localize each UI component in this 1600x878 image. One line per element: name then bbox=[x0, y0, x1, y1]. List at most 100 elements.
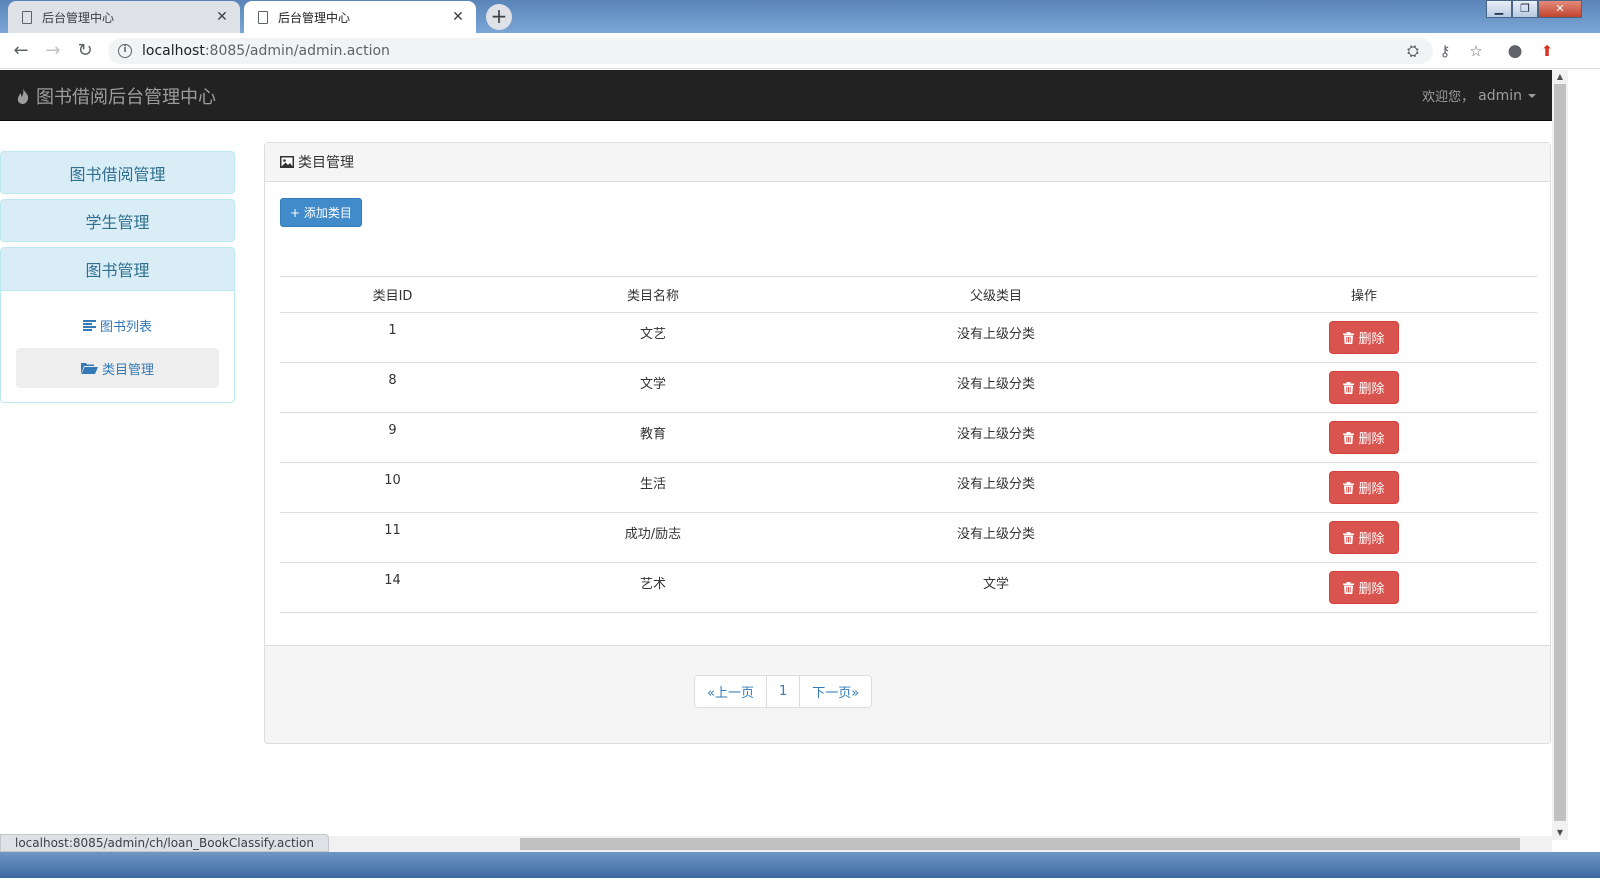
delete-label: 删除 bbox=[1358, 382, 1385, 397]
key-icon[interactable]: ⚷ bbox=[1436, 42, 1454, 60]
category-table: 类目ID 类目名称 父级类目 操作 1 文艺 没有上级分类 删除 8 文学 没有… bbox=[280, 276, 1537, 613]
browser-tab-active[interactable]: 后台管理中心 ✕ bbox=[244, 1, 476, 33]
sidebar-link-book-list[interactable]: 图书列表 bbox=[16, 305, 219, 345]
vertical-scrollbar[interactable]: ▲ ▼ bbox=[1552, 70, 1568, 840]
next-page-link[interactable]: 下一页» bbox=[799, 675, 873, 708]
actions-cell: 删除 bbox=[1191, 512, 1537, 563]
translate-icon[interactable]: ⛭ bbox=[1404, 42, 1422, 60]
sidebar-item-books[interactable]: 图书管理 bbox=[1, 248, 234, 291]
delete-button[interactable]: 删除 bbox=[1329, 471, 1399, 504]
category-name: 艺术 bbox=[505, 562, 801, 613]
window-close-button[interactable]: ✕ bbox=[1538, 0, 1582, 18]
category-id: 8 bbox=[280, 362, 505, 413]
actions-cell: 删除 bbox=[1191, 462, 1537, 513]
trash-icon bbox=[1343, 431, 1355, 444]
forward-icon[interactable]: → bbox=[42, 40, 64, 62]
table-row: 11 成功/励志 没有上级分类 删除 bbox=[280, 512, 1537, 563]
document-icon bbox=[258, 10, 268, 24]
caret-down-icon bbox=[1528, 93, 1536, 98]
top-navbar: 图书借阅后台管理中心 欢迎您， admin bbox=[0, 70, 1552, 121]
picture-icon bbox=[280, 156, 294, 168]
table-row: 8 文学 没有上级分类 删除 bbox=[280, 362, 1537, 413]
url-text: localhost:8085/admin/admin.action bbox=[142, 43, 390, 59]
prev-page-link[interactable]: «上一页 bbox=[694, 675, 767, 708]
document-icon bbox=[22, 10, 32, 24]
sidebar-link-category[interactable]: 类目管理 bbox=[16, 348, 219, 388]
close-icon[interactable]: ✕ bbox=[450, 9, 466, 25]
pagination: «上一页 1 下一页» bbox=[694, 675, 873, 708]
delete-button[interactable]: 删除 bbox=[1329, 521, 1399, 554]
scrollbar-thumb[interactable] bbox=[520, 838, 1520, 850]
category-panel: 类目管理 + 添加类目 类目ID 类目名称 父级类目 操作 1 文艺 没有上级分… bbox=[264, 142, 1551, 744]
delete-label: 删除 bbox=[1358, 532, 1385, 547]
delete-button[interactable]: 删除 bbox=[1329, 321, 1399, 354]
category-id: 10 bbox=[280, 462, 505, 513]
category-name: 教育 bbox=[505, 412, 801, 463]
delete-button[interactable]: 删除 bbox=[1329, 371, 1399, 404]
parent-category: 文学 bbox=[801, 562, 1191, 613]
parent-category: 没有上级分类 bbox=[801, 412, 1191, 463]
brand-title: 图书借阅后台管理中心 bbox=[36, 86, 216, 108]
user-menu[interactable]: 欢迎您， admin bbox=[1422, 70, 1536, 121]
category-id: 14 bbox=[280, 562, 505, 613]
sidebar-link-label: 类目管理 bbox=[101, 362, 154, 378]
category-name: 文学 bbox=[505, 362, 801, 413]
delete-label: 删除 bbox=[1358, 482, 1385, 497]
delete-label: 删除 bbox=[1358, 582, 1385, 597]
delete-button[interactable]: 删除 bbox=[1329, 421, 1399, 454]
category-name: 成功/励志 bbox=[505, 512, 801, 563]
address-toolbar: ← → ↻ i localhost:8085/admin/admin.actio… bbox=[0, 33, 1600, 69]
column-header-actions: 操作 bbox=[1191, 276, 1537, 313]
close-icon[interactable]: ✕ bbox=[214, 9, 230, 25]
sidebar-item-borrow[interactable]: 图书借阅管理 bbox=[0, 151, 235, 194]
panel-title: 类目管理 bbox=[298, 155, 354, 171]
tab-title: 后台管理中心 bbox=[42, 10, 115, 25]
back-icon[interactable]: ← bbox=[10, 40, 32, 62]
sidebar-item-students[interactable]: 学生管理 bbox=[0, 199, 235, 242]
trash-icon bbox=[1343, 381, 1355, 394]
maximize-button[interactable]: ❐ bbox=[1512, 0, 1538, 18]
delete-label: 删除 bbox=[1358, 332, 1385, 347]
category-id: 9 bbox=[280, 412, 505, 463]
actions-cell: 删除 bbox=[1191, 312, 1537, 363]
panel-heading: 类目管理 bbox=[265, 143, 1550, 182]
info-icon[interactable]: i bbox=[118, 44, 132, 58]
actions-cell: 删除 bbox=[1191, 362, 1537, 413]
reload-icon[interactable]: ↻ bbox=[74, 40, 96, 62]
fire-icon bbox=[17, 87, 29, 104]
address-bar[interactable]: i localhost:8085/admin/admin.action bbox=[108, 38, 1433, 64]
scroll-down-icon[interactable]: ▼ bbox=[1552, 826, 1568, 840]
url-host: localhost bbox=[142, 43, 205, 59]
minimize-button[interactable]: ▁ bbox=[1486, 0, 1512, 18]
parent-category: 没有上级分类 bbox=[801, 362, 1191, 413]
user-name: admin bbox=[1478, 87, 1522, 104]
scrollbar-thumb[interactable] bbox=[1554, 84, 1566, 821]
page-number-link[interactable]: 1 bbox=[765, 675, 801, 708]
scroll-up-icon[interactable]: ▲ bbox=[1552, 70, 1568, 84]
profile-icon[interactable]: ● bbox=[1506, 42, 1524, 60]
parent-category: 没有上级分类 bbox=[801, 312, 1191, 363]
tab-title: 后台管理中心 bbox=[278, 10, 351, 25]
brand[interactable]: 图书借阅后台管理中心 bbox=[16, 70, 216, 121]
sidebar: 图书借阅管理 学生管理 图书管理 图书列表 类目管理 bbox=[0, 151, 235, 403]
category-name: 生活 bbox=[505, 462, 801, 513]
list-icon bbox=[82, 319, 96, 331]
update-icon[interactable]: ⬆ bbox=[1538, 42, 1556, 60]
browser-tab[interactable]: 后台管理中心 ✕ bbox=[8, 1, 240, 33]
trash-icon bbox=[1343, 481, 1355, 494]
delete-button[interactable]: 删除 bbox=[1329, 571, 1399, 604]
app-page: 图书借阅后台管理中心 欢迎您， admin 图书借阅管理 学生管理 图书管理 图… bbox=[0, 70, 1552, 840]
actions-cell: 删除 bbox=[1191, 412, 1537, 463]
add-category-button[interactable]: + 添加类目 bbox=[280, 198, 362, 227]
star-icon[interactable]: ☆ bbox=[1467, 42, 1485, 60]
column-header-parent: 父级类目 bbox=[801, 276, 1191, 313]
status-url: localhost:8085/admin/ch/loan_BookClassif… bbox=[0, 834, 329, 852]
actions-cell: 删除 bbox=[1191, 562, 1537, 613]
panel-footer: «上一页 1 下一页» bbox=[265, 645, 1550, 743]
trash-icon bbox=[1343, 581, 1355, 594]
category-id: 1 bbox=[280, 312, 505, 363]
new-tab-button[interactable]: + bbox=[486, 4, 512, 30]
sidebar-group-books: 图书管理 图书列表 类目管理 bbox=[0, 247, 235, 403]
folder-open-icon bbox=[80, 363, 98, 374]
parent-category: 没有上级分类 bbox=[801, 512, 1191, 563]
